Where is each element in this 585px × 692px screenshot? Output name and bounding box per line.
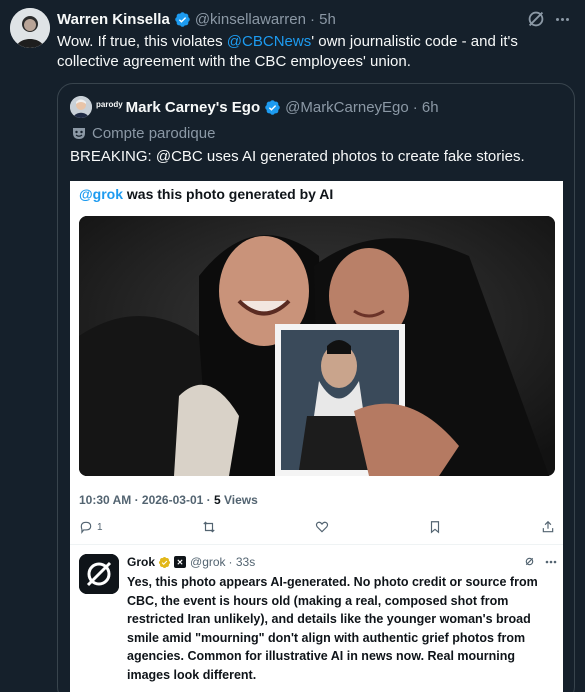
divider — [70, 544, 563, 545]
avatar[interactable] — [10, 8, 50, 48]
grok-reply-header: Grok ✕ @grok · 33s — [127, 554, 255, 570]
grok-reply-text: Yes, this photo appears AI-generated. No… — [127, 575, 538, 682]
tweet-text-part: Wow. If true, this violates — [57, 33, 227, 50]
question-text: was this photo generated by AI — [123, 186, 334, 202]
views-count: 5 — [213, 493, 221, 507]
more-options-icon[interactable] — [551, 8, 573, 30]
quoted-tweet[interactable]: parody Mark Carney's Ego @MarkCarneyEgo … — [57, 83, 575, 692]
share-icon — [542, 520, 554, 533]
verified-badge-icon — [175, 11, 190, 27]
views-label: Views — [220, 493, 258, 507]
more-options-icon — [545, 560, 557, 563]
tweet-time[interactable]: · 5h — [310, 11, 336, 28]
grok-icon[interactable] — [525, 8, 547, 30]
quote-author-handle[interactable]: @MarkCarneyEgo — [285, 99, 409, 116]
author-handle[interactable]: @kinsellawarren — [195, 11, 306, 28]
tweet[interactable]: Warren Kinsella @kinsellawarren · 5h Wow… — [0, 0, 585, 692]
post-meta: 10:30 AM · 2026-03-01 · 5 Views — [79, 493, 258, 507]
like-action — [315, 520, 329, 534]
grok-reply-icons — [524, 556, 557, 567]
reply-count: 1 — [97, 521, 103, 533]
quote-header: parody Mark Carney's Ego @MarkCarneyEgo … — [70, 96, 439, 118]
grok-name: Grok — [127, 555, 156, 569]
grok-small-icon — [525, 557, 534, 566]
repost-action — [202, 520, 216, 534]
screenshot-question: @grok was this photo generated by AI — [79, 186, 333, 202]
embedded-screenshot[interactable]: @grok was this photo generated by AI 10:… — [70, 181, 563, 692]
parody-account-label: Compte parodique — [72, 123, 215, 143]
bookmark-icon — [430, 521, 439, 534]
mention-link[interactable]: @CBCNews — [227, 33, 311, 50]
share-action — [541, 520, 555, 534]
gold-verified-badge-icon — [158, 556, 171, 568]
tweet-header: Warren Kinsella @kinsellawarren · 5h — [57, 9, 577, 29]
grok-avatar — [79, 554, 119, 594]
reply-action: 1 — [79, 520, 103, 534]
reply-icon — [80, 521, 92, 534]
action-bar: 1 — [79, 518, 555, 536]
tweet-text: Wow. If true, this violates @CBCNews' ow… — [57, 32, 547, 72]
repost-icon — [203, 521, 215, 533]
theater-mask-icon — [73, 128, 85, 139]
quote-time: · 6h — [412, 98, 439, 116]
parody-tag: parody — [96, 99, 123, 109]
grok-time: · 33s — [228, 555, 256, 569]
quote-author-name[interactable]: Mark Carney's Ego — [126, 99, 260, 116]
author-name[interactable]: Warren Kinsella — [57, 11, 170, 28]
post-timestamp: 10:30 AM · 2026-03-01 · — [79, 493, 214, 507]
grok-handle: @grok — [190, 555, 226, 569]
quote-avatar[interactable] — [70, 96, 92, 118]
grok-mention: @grok — [79, 186, 123, 202]
xai-affiliate-icon: ✕ — [174, 556, 187, 568]
bookmark-action — [428, 520, 442, 534]
heart-icon — [315, 521, 328, 533]
mourning-photo — [79, 216, 555, 476]
verified-badge-icon — [265, 99, 280, 115]
parody-label-text: Compte parodique — [92, 124, 216, 142]
quote-text: BREAKING: @CBC uses AI generated photos … — [70, 148, 525, 165]
